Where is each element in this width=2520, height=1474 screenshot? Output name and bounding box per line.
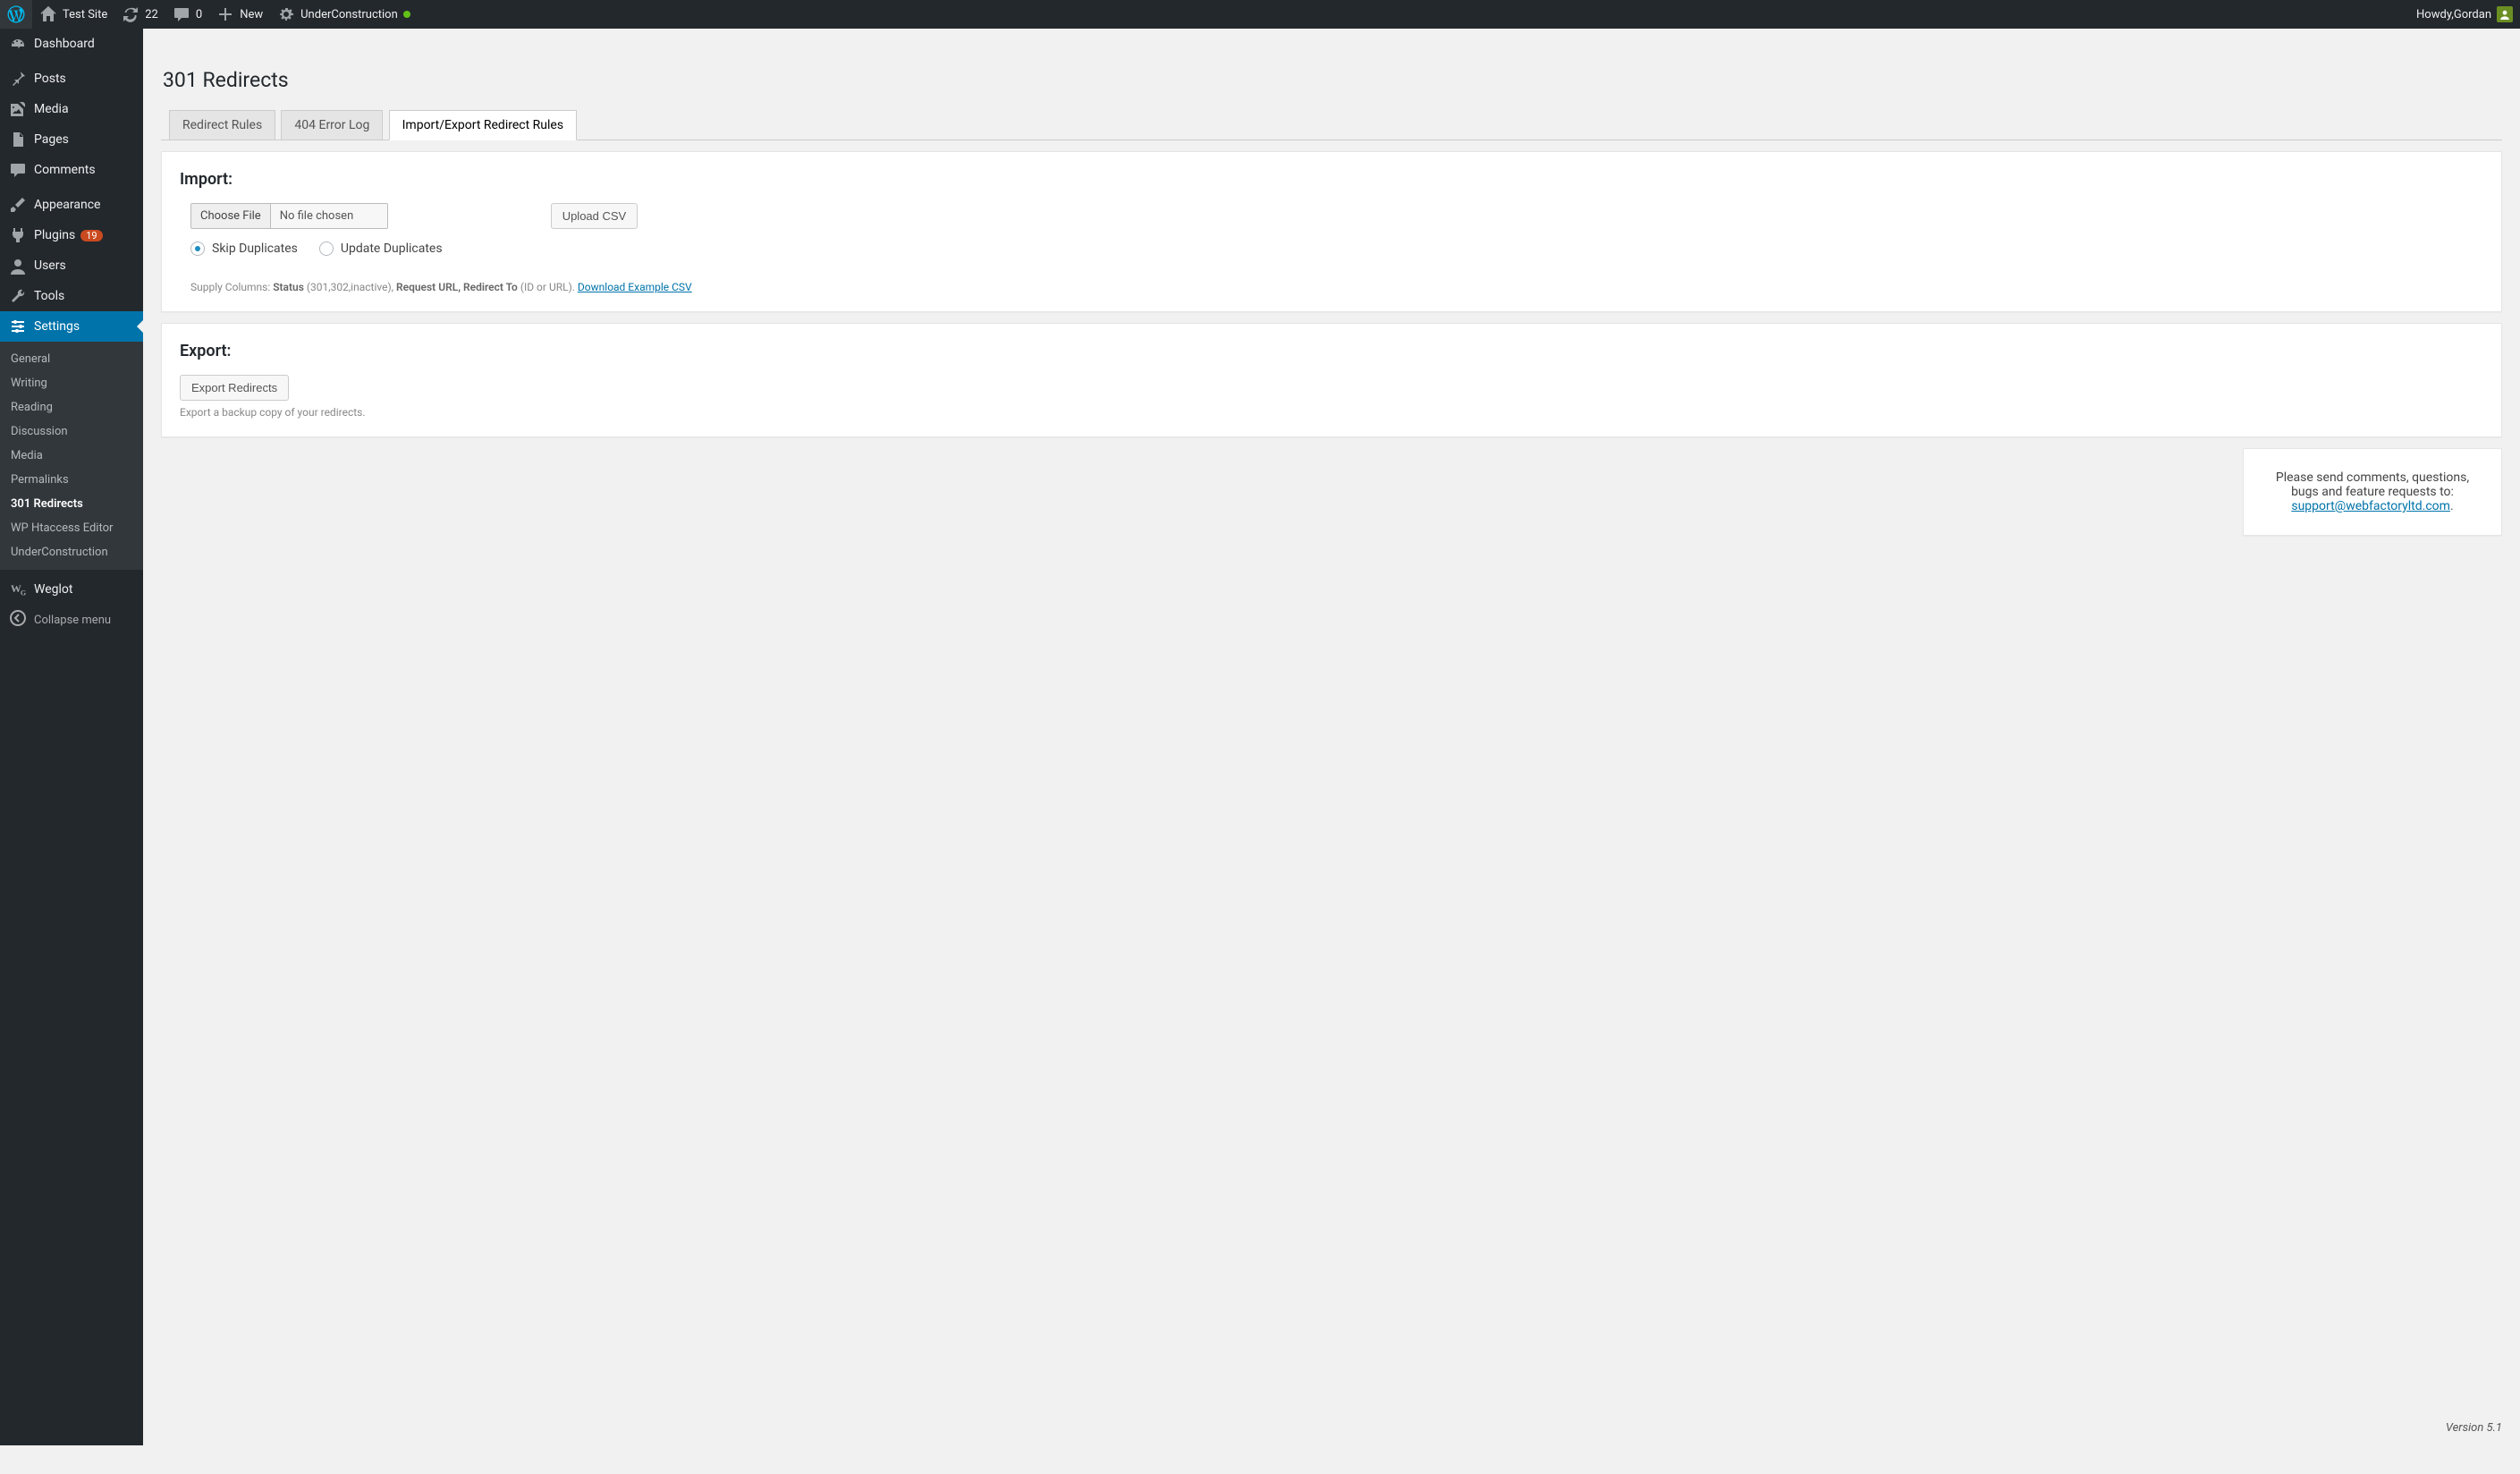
weglot-icon: WG: [9, 580, 27, 598]
pin-icon: [9, 70, 27, 88]
tab-import-export[interactable]: Import/Export Redirect Rules: [389, 110, 577, 140]
site-name-menu[interactable]: Test Site: [32, 0, 114, 29]
menu-label: Posts: [34, 72, 66, 86]
main-content: 301 Redirects Redirect Rules 404 Error L…: [143, 29, 2520, 1445]
submenu-general[interactable]: General: [0, 347, 143, 371]
site-name-label: Test Site: [63, 8, 107, 21]
file-input[interactable]: Choose File No file chosen: [190, 203, 388, 229]
wrench-icon: [9, 287, 27, 305]
uc-label: UnderConstruction: [300, 8, 398, 21]
menu-pages[interactable]: Pages: [0, 124, 143, 155]
menu-label: Tools: [34, 289, 64, 303]
no-file-label: No file chosen: [271, 204, 387, 228]
import-panel: Import: Choose File No file chosen Uploa…: [161, 151, 2502, 312]
update-icon: [122, 5, 140, 23]
radio-label: Skip Duplicates: [212, 241, 298, 256]
underconstruction-menu[interactable]: UnderConstruction: [270, 0, 418, 29]
admin-menu: Dashboard Posts Media Pages Comments App…: [0, 29, 143, 1445]
menu-label: Weglot: [34, 582, 72, 597]
submenu-writing[interactable]: Writing: [0, 371, 143, 395]
footer-version: Version 5.1: [2446, 1421, 2502, 1435]
submenu-htaccess[interactable]: WP Htaccess Editor: [0, 516, 143, 540]
menu-label: Dashboard: [34, 37, 95, 51]
home-icon: [39, 5, 57, 23]
wordpress-icon: [7, 5, 25, 23]
import-heading: Import:: [180, 170, 2483, 189]
menu-settings[interactable]: Settings: [0, 311, 143, 342]
wp-logo-menu[interactable]: [0, 0, 32, 29]
export-heading: Export:: [180, 342, 2483, 360]
submenu-301-redirects[interactable]: 301 Redirects: [0, 492, 143, 516]
menu-label: Users: [34, 258, 66, 273]
support-panel: Please send comments, questions, bugs an…: [2243, 448, 2502, 536]
submenu-media[interactable]: Media: [0, 444, 143, 468]
tab-redirect-rules[interactable]: Redirect Rules: [169, 110, 275, 140]
menu-posts[interactable]: Posts: [0, 64, 143, 94]
gear-icon: [277, 5, 295, 23]
updates-count: 22: [145, 8, 158, 21]
admin-toolbar: Test Site 22 0 New UnderConstruction How…: [0, 0, 2520, 29]
menu-media[interactable]: Media: [0, 94, 143, 124]
comment-icon: [9, 161, 27, 179]
support-text: Please send comments, questions, bugs an…: [2276, 470, 2469, 499]
menu-plugins[interactable]: Plugins 19: [0, 220, 143, 250]
status-dot-icon: [403, 11, 410, 18]
plug-icon: [9, 226, 27, 244]
menu-dashboard[interactable]: Dashboard: [0, 29, 143, 59]
download-example-link[interactable]: Download Example CSV: [578, 281, 692, 293]
dashboard-icon: [9, 35, 27, 53]
menu-comments[interactable]: Comments: [0, 155, 143, 185]
collapse-menu-button[interactable]: Collapse menu: [0, 605, 143, 635]
comments-menu[interactable]: 0: [165, 0, 209, 29]
sliders-icon: [9, 318, 27, 335]
radio-label: Update Duplicates: [341, 241, 443, 256]
settings-submenu: General Writing Reading Discussion Media…: [0, 342, 143, 570]
user-name-label: Gordan: [2454, 8, 2491, 21]
menu-label: Settings: [34, 319, 80, 334]
tab-404-log[interactable]: 404 Error Log: [281, 110, 383, 140]
export-description: Export a backup copy of your redirects.: [180, 406, 2483, 419]
collapse-icon: [9, 609, 27, 631]
menu-label: Comments: [34, 163, 96, 177]
radio-icon: [319, 241, 334, 256]
user-icon: [9, 257, 27, 275]
menu-users[interactable]: Users: [0, 250, 143, 281]
media-icon: [9, 100, 27, 118]
submenu-underconstruction[interactable]: UnderConstruction: [0, 540, 143, 564]
updates-menu[interactable]: 22: [114, 0, 165, 29]
nav-tabs: Redirect Rules 404 Error Log Import/Expo…: [161, 110, 2502, 140]
menu-label: Appearance: [34, 198, 100, 212]
comment-icon: [173, 5, 190, 23]
choose-file-button[interactable]: Choose File: [191, 204, 271, 228]
comments-count: 0: [196, 8, 202, 21]
radio-icon: [190, 241, 205, 256]
menu-label: Media: [34, 102, 69, 116]
plugins-count-badge: 19: [80, 230, 102, 241]
new-label: New: [240, 8, 263, 21]
radio-skip-duplicates[interactable]: Skip Duplicates: [190, 241, 298, 256]
upload-csv-button[interactable]: Upload CSV: [551, 203, 638, 229]
menu-tools[interactable]: Tools: [0, 281, 143, 311]
support-email-link[interactable]: support@webfactoryltd.com: [2291, 499, 2450, 513]
submenu-discussion[interactable]: Discussion: [0, 419, 143, 444]
submenu-reading[interactable]: Reading: [0, 395, 143, 419]
submenu-permalinks[interactable]: Permalinks: [0, 468, 143, 492]
my-account-menu[interactable]: Howdy, Gordan: [2409, 0, 2520, 29]
export-panel: Export: Export Redirects Export a backup…: [161, 323, 2502, 437]
collapse-label: Collapse menu: [34, 614, 111, 627]
menu-weglot[interactable]: WG Weglot: [0, 574, 143, 605]
avatar: [2497, 6, 2513, 22]
plus-icon: [216, 5, 234, 23]
page-icon: [9, 131, 27, 148]
howdy-prefix: Howdy,: [2416, 8, 2454, 21]
menu-label: Plugins: [34, 228, 75, 242]
page-title: 301 Redirects: [163, 68, 2502, 92]
export-redirects-button[interactable]: Export Redirects: [180, 375, 289, 401]
new-content-menu[interactable]: New: [209, 0, 270, 29]
radio-update-duplicates[interactable]: Update Duplicates: [319, 241, 443, 256]
menu-label: Pages: [34, 132, 69, 147]
menu-appearance[interactable]: Appearance: [0, 190, 143, 220]
brush-icon: [9, 196, 27, 214]
import-hint: Supply Columns: Status (301,302,inactive…: [190, 281, 2483, 293]
